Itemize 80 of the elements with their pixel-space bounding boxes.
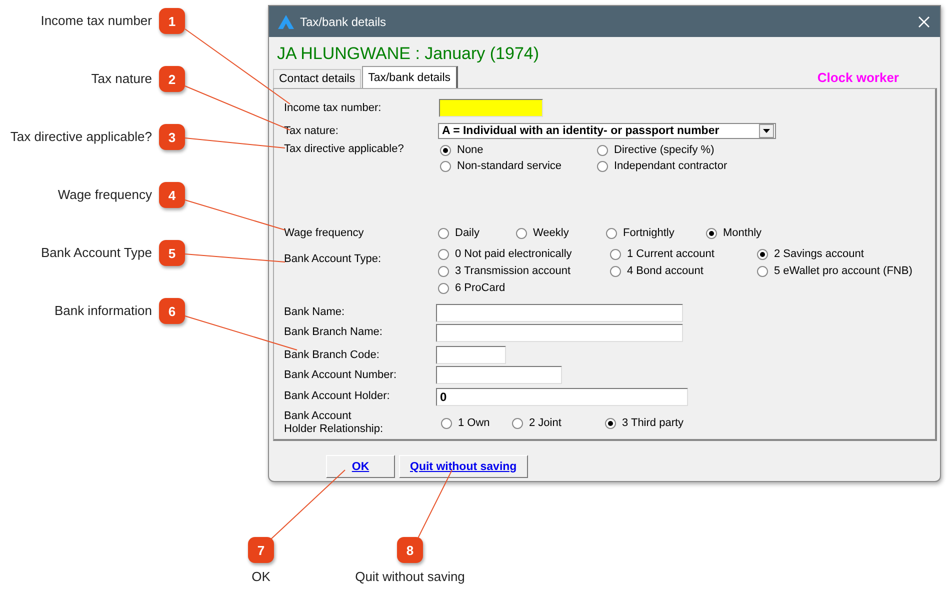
radio-option[interactable]: Monthly xyxy=(706,226,796,240)
radio-option[interactable]: 6 ProCard xyxy=(438,281,610,295)
radio-button[interactable] xyxy=(512,418,523,428)
input-field[interactable] xyxy=(439,99,543,117)
tab[interactable]: Tax/bank details xyxy=(362,66,458,88)
field-label: Bank Name: xyxy=(284,306,346,319)
field-label: Bank Account Holder: xyxy=(284,390,391,403)
radio-option[interactable]: Independant contractor xyxy=(597,159,757,173)
dialog-button[interactable]: Quit without saving xyxy=(399,455,528,478)
field-label: Bank Account Holder Relationship: xyxy=(284,410,384,436)
radio-button[interactable] xyxy=(440,144,451,156)
radio-button[interactable] xyxy=(605,418,616,428)
radio-option[interactable]: 2 Savings account xyxy=(757,247,917,261)
radio-button[interactable] xyxy=(516,228,527,238)
radio-button[interactable] xyxy=(597,160,608,172)
callout-label: Bank Account Type xyxy=(40,244,152,262)
radio-option[interactable]: 1 Own xyxy=(441,416,512,430)
radio-option[interactable]: Non-standard service xyxy=(440,159,597,173)
radio-option[interactable]: None xyxy=(440,143,597,157)
field-label: Bank Branch Name: xyxy=(284,326,384,339)
radio-button[interactable] xyxy=(597,144,608,156)
dialog-button[interactable]: OK xyxy=(326,455,395,478)
radio-button[interactable] xyxy=(438,248,449,260)
radio-option[interactable]: Weekly xyxy=(516,226,606,240)
field-label: Bank Account Type: xyxy=(284,253,382,266)
window-title: Tax/bank details xyxy=(300,14,388,28)
field-label: Wage frequency xyxy=(284,226,365,240)
radio-button[interactable] xyxy=(441,418,452,428)
tab[interactable]: Contact details xyxy=(273,69,362,88)
field-label: Tax nature: xyxy=(284,124,340,138)
radio-option[interactable]: Directive (specify %) xyxy=(597,143,757,157)
radio-option[interactable]: 3 Transmission account xyxy=(438,264,610,278)
input-field[interactable] xyxy=(436,346,506,364)
callout-badge: 6 xyxy=(159,298,185,324)
dropdown-arrow-icon xyxy=(763,129,770,133)
field-label: Tax directive applicable? xyxy=(284,143,405,156)
triangle-logo-icon xyxy=(278,14,294,28)
dropdown[interactable]: A = Individual with an identity- or passport number xyxy=(438,123,776,139)
callout-label: Bank information xyxy=(54,302,152,320)
radio-button[interactable] xyxy=(757,266,768,276)
employee-heading: JA HLUNGWANE : January (1974) xyxy=(277,44,540,64)
callout-label: Quit without saving xyxy=(355,568,465,586)
input-field[interactable] xyxy=(436,324,683,342)
field-label: Bank Account Number: xyxy=(284,368,398,382)
radio-option[interactable]: 0 Not paid electronically xyxy=(438,247,610,261)
callout-badge: 8 xyxy=(397,537,423,563)
input-field[interactable]: 0 xyxy=(436,388,688,406)
callout-label: Wage frequency xyxy=(58,186,152,204)
radio-button[interactable] xyxy=(706,228,717,238)
field-label: Bank Branch Code: xyxy=(284,348,380,362)
radio-button[interactable] xyxy=(610,266,621,276)
field-label: Income tax number: xyxy=(284,102,382,114)
close-icon[interactable] xyxy=(918,16,930,28)
callout-label: Tax directive applicable? xyxy=(10,128,152,146)
radio-button[interactable] xyxy=(438,228,449,238)
radio-option[interactable]: 3 Third party xyxy=(605,416,705,430)
radio-button[interactable] xyxy=(440,160,451,172)
callout-badge: 5 xyxy=(159,240,185,266)
callout-badge: 4 xyxy=(159,182,185,208)
worker-type-label: Clock worker xyxy=(817,70,899,85)
radio-option[interactable]: 5 eWallet pro account (FNB) xyxy=(757,264,917,278)
input-field[interactable] xyxy=(436,304,683,322)
callout-badge: 1 xyxy=(159,8,185,34)
callout-label: Tax nature xyxy=(91,70,152,88)
radio-option[interactable]: Fortnightly xyxy=(606,226,706,240)
radio-option[interactable]: 4 Bond account xyxy=(610,264,757,278)
callout-label: Income tax number xyxy=(40,12,152,30)
radio-button[interactable] xyxy=(757,248,768,260)
radio-option[interactable]: Daily xyxy=(438,226,516,240)
radio-button[interactable] xyxy=(438,266,449,276)
radio-option[interactable]: 1 Current account xyxy=(610,247,757,261)
radio-button[interactable] xyxy=(610,248,621,260)
callout-label: OK xyxy=(252,568,270,586)
callout-badge: 7 xyxy=(248,537,274,563)
callout-badge: 3 xyxy=(159,124,185,150)
radio-button[interactable] xyxy=(438,282,449,294)
radio-option[interactable]: 2 Joint xyxy=(512,416,605,430)
callout-badge: 2 xyxy=(159,66,185,92)
input-field[interactable] xyxy=(436,366,562,384)
radio-button[interactable] xyxy=(606,228,617,238)
